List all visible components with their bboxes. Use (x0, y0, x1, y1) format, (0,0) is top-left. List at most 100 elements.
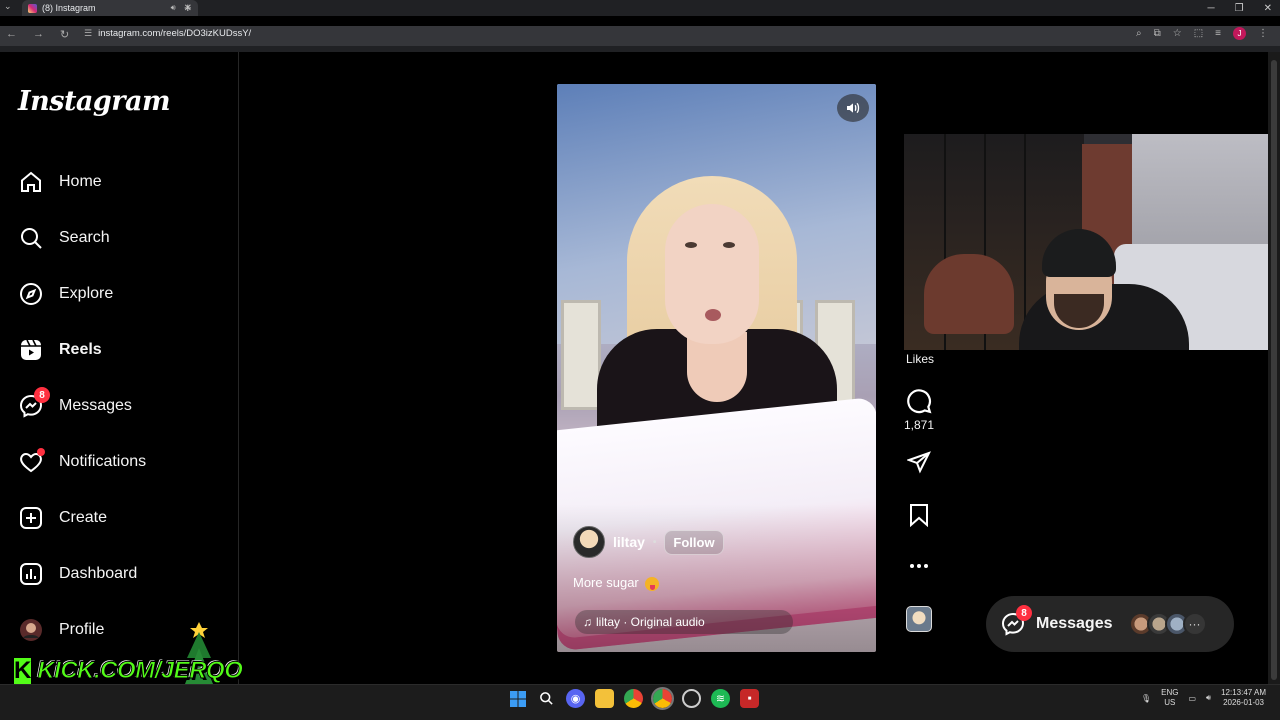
maximize-icon[interactable]: ❐ (1235, 3, 1244, 14)
cast-icon[interactable]: ⧉ (1154, 28, 1161, 39)
network-icon[interactable]: ▭ (1188, 694, 1196, 703)
sidebar-item-messages[interactable]: 8 Messages (18, 387, 132, 422)
file-explorer-icon[interactable] (595, 689, 614, 708)
tab-audio-icon[interactable]: 🔊︎ (171, 3, 176, 13)
reload-icon[interactable]: ↻ (60, 28, 69, 41)
discord-icon[interactable]: ◉ (566, 689, 585, 708)
likes-label[interactable]: Likes (906, 352, 934, 366)
back-icon[interactable]: ← (6, 28, 17, 41)
sidebar-item-label: Explore (59, 285, 114, 302)
home-icon (18, 169, 44, 195)
instagram-logo[interactable]: Instagram (18, 86, 171, 117)
kick-logo-icon: K (12, 656, 34, 686)
save-action[interactable] (904, 503, 934, 527)
search-icon (18, 225, 44, 251)
sidebar-item-label: Notifications (59, 453, 147, 470)
new-tab-button[interactable]: + (184, 0, 192, 15)
media-icon[interactable]: ≡ (1215, 28, 1221, 39)
plus-square-icon (18, 505, 44, 531)
profile-avatar (18, 617, 44, 643)
author-username[interactable]: liltay (613, 534, 645, 550)
clock[interactable]: 12:13:47 AM 2026-01-03 (1221, 688, 1266, 708)
windows-start-icon[interactable] (508, 689, 527, 708)
audio-label: liltay · Original audio (596, 615, 705, 629)
send-icon (907, 451, 931, 474)
sidebar-item-dashboard[interactable]: Dashboard (18, 558, 137, 590)
comment-action[interactable]: 1,871 (904, 388, 934, 432)
video-window (561, 300, 601, 410)
caption-text: More sugar (573, 575, 639, 590)
language-top: ENG (1161, 688, 1179, 697)
site-info-icon[interactable]: ☰ (84, 28, 92, 39)
more-icon (910, 564, 928, 568)
clock-time: 12:13:47 AM (1221, 688, 1266, 697)
forward-icon[interactable]: → (33, 28, 44, 41)
dashboard-icon (18, 561, 44, 587)
sidebar-item-notifications[interactable]: Notifications (18, 446, 146, 478)
taskbar-apps: ◉ ≋ ■ (508, 687, 759, 710)
close-window-icon[interactable]: ✕ (1264, 3, 1272, 14)
sidebar-item-label: Reels (59, 341, 102, 358)
sidebar-item-search[interactable]: Search (18, 222, 110, 254)
taskbar-search-icon[interactable] (537, 689, 556, 708)
profile-avatar-icon[interactable]: J (1233, 27, 1246, 40)
bookmark-icon (910, 504, 928, 527)
system-tray: 🎙︎ ENG US ▭ 🔊︎ 12:13:47 AM 2026-01-03 (1141, 688, 1266, 708)
sidebar-item-home[interactable]: Home (18, 166, 102, 198)
sidebar-item-profile[interactable]: Profile (18, 614, 104, 646)
author-avatar[interactable] (573, 526, 605, 558)
sidebar-item-reels[interactable]: Reels (18, 334, 102, 366)
more-options-action[interactable] (904, 556, 934, 576)
messages-floating-button[interactable]: 8 Messages ··· (986, 596, 1234, 652)
reel-video[interactable] (557, 84, 876, 652)
url-field[interactable]: ☰ instagram.com/reels/DO3izKUDssY/ (84, 28, 251, 39)
notification-dot (37, 448, 45, 456)
kick-url-text: KICK.COM/JERQO (37, 657, 244, 685)
video-person-mouth (705, 309, 721, 321)
chrome-icon[interactable] (624, 689, 643, 708)
heart-icon (18, 448, 45, 475)
chrome-active-icon[interactable] (651, 687, 674, 710)
zoom-icon[interactable]: ⌕ (1136, 28, 1142, 39)
sidebar-item-create[interactable]: Create (18, 502, 107, 534)
language-bottom: US (1164, 698, 1176, 707)
page-scrollbar[interactable] (1268, 52, 1280, 684)
spotify-icon[interactable]: ≋ (711, 689, 730, 708)
tongue-emoji-icon (644, 576, 659, 591)
video-person-face (665, 204, 759, 344)
messages-badge: 8 (34, 387, 50, 403)
sidebar-item-explore[interactable]: Explore (18, 278, 113, 310)
sidebar-item-label: Search (59, 229, 110, 246)
browser-tab-instagram[interactable]: (8) Instagram 🔊︎ ✕ (22, 0, 198, 16)
streamer-webcam-overlay (904, 134, 1280, 350)
reel-audio-link[interactable]: ♫ liltay · Original audio (575, 610, 793, 634)
extensions-icon[interactable]: ⬚ (1194, 28, 1203, 39)
audio-thumbnail[interactable] (906, 606, 932, 632)
comment-icon (907, 389, 932, 414)
microphone-icon[interactable]: 🎙︎ (1141, 694, 1151, 703)
streamer-app-icon[interactable]: ■ (740, 689, 759, 708)
scrollbar-thumb[interactable] (1271, 60, 1277, 680)
webcam-chair (924, 254, 1014, 334)
language-indicator[interactable]: ENG US (1161, 688, 1178, 708)
browser-nav: ← → ↻ (6, 28, 69, 41)
messages-pill-label: Messages (1036, 615, 1113, 632)
share-action[interactable] (904, 450, 934, 474)
bookmark-star-icon[interactable]: ☆ (1173, 28, 1182, 39)
browser-menu-icon[interactable]: ⋮ (1258, 28, 1268, 39)
author-separator: • (652, 536, 657, 548)
volume-icon[interactable]: 🔊︎ (1206, 693, 1211, 703)
app-icon[interactable] (682, 689, 701, 708)
tab-search-icon[interactable]: ⌄ (4, 1, 12, 12)
sidebar-item-label: Messages (59, 397, 132, 414)
follow-button[interactable]: Follow (664, 529, 724, 555)
clock-date: 2026-01-03 (1223, 698, 1264, 707)
minimize-icon[interactable]: ─ (1208, 3, 1215, 14)
tab-title: (8) Instagram (42, 3, 96, 13)
reels-icon (18, 337, 44, 363)
messenger-icon: 8 (18, 387, 50, 419)
sidebar-item-label: Dashboard (59, 565, 138, 582)
reel-caption[interactable]: More sugar (573, 575, 659, 591)
mute-toggle-button[interactable] (837, 94, 869, 122)
compass-icon (18, 281, 44, 307)
